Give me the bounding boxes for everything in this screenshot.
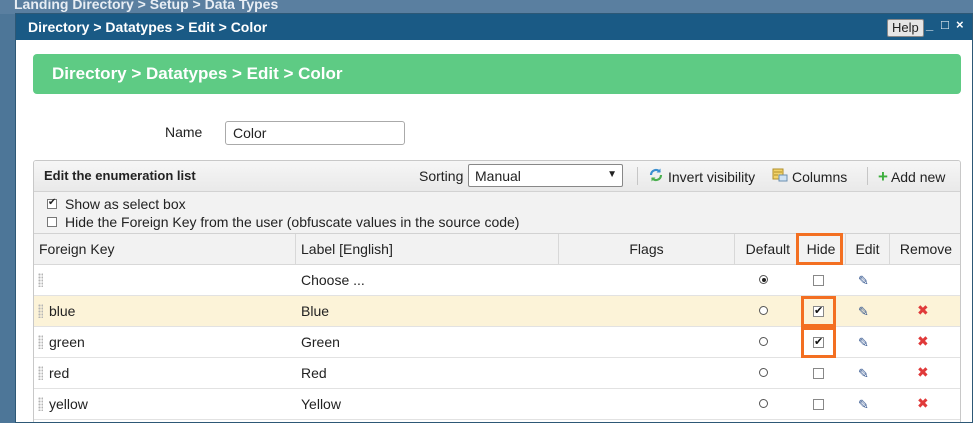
sorting-label: Sorting xyxy=(419,168,464,184)
help-button[interactable]: Help xyxy=(887,19,924,37)
toolbar-divider xyxy=(867,167,868,185)
enumeration-panel: Edit the enumeration list Sorting Manual… xyxy=(33,160,961,422)
invert-visibility-label: Invert visibility xyxy=(668,168,756,185)
label-cell: Blue xyxy=(301,303,330,319)
close-icon[interactable]: × xyxy=(956,17,964,32)
column-header-edit[interactable]: Edit xyxy=(846,234,890,264)
page-header: Directory > Datatypes > Edit > Color xyxy=(33,54,961,94)
column-header-flags[interactable]: Flags xyxy=(559,234,735,264)
sorting-select[interactable]: Manual ▼ xyxy=(468,164,623,187)
panel-title: Edit the enumeration list xyxy=(44,168,196,183)
maximize-icon[interactable]: □ xyxy=(941,17,949,32)
default-radio[interactable] xyxy=(759,337,768,346)
background-window-bar: Landing Directory > Setup > Data Types xyxy=(0,0,973,14)
background-window-title: Landing Directory > Setup > Data Types xyxy=(14,0,279,12)
drag-handle-icon[interactable] xyxy=(38,335,43,349)
label-cell: Choose ... xyxy=(301,272,365,288)
column-header-default[interactable]: Default xyxy=(735,234,797,264)
pencil-icon[interactable]: ✎ xyxy=(858,273,869,289)
default-radio[interactable] xyxy=(759,306,768,315)
show-as-select-box-option[interactable]: Show as select box xyxy=(47,196,186,212)
table-row[interactable]: Choose ... ✎ xyxy=(34,265,960,296)
default-radio[interactable] xyxy=(759,368,768,377)
column-header-remove[interactable]: Remove xyxy=(890,234,960,264)
add-new-button[interactable]: + Add new xyxy=(878,167,945,187)
hide-foreign-key-option[interactable]: Hide the Foreign Key from the user (obfu… xyxy=(47,214,519,230)
foreign-key-cell: green xyxy=(49,334,85,350)
enumeration-options: Show as select box Hide the Foreign Key … xyxy=(34,192,960,234)
remove-icon[interactable]: ✖ xyxy=(917,395,929,412)
table-row[interactable]: red Red ✎ ✖ xyxy=(34,358,960,389)
sorting-value: Manual xyxy=(475,168,521,184)
drag-handle-icon[interactable] xyxy=(38,366,43,380)
pencil-icon[interactable]: ✎ xyxy=(858,335,869,351)
background-window-edge xyxy=(0,14,15,423)
toolbar-divider xyxy=(637,167,638,185)
enumeration-toolbar: Edit the enumeration list Sorting Manual… xyxy=(34,161,960,192)
page-title: Directory > Datatypes > Edit > Color xyxy=(52,64,343,83)
foreign-key-cell: yellow xyxy=(49,396,88,412)
label-cell: Red xyxy=(301,365,327,381)
highlight-box-hide-green xyxy=(801,327,836,358)
invert-visibility-button[interactable]: Invert visibility xyxy=(648,167,755,186)
default-radio[interactable] xyxy=(759,275,768,284)
option-label: Show as select box xyxy=(65,196,186,212)
window-titlebar[interactable]: Directory > Datatypes > Edit > Color Hel… xyxy=(16,14,972,40)
hide-checkbox[interactable] xyxy=(813,275,824,286)
highlight-box-hide-blue xyxy=(801,296,836,327)
columns-icon xyxy=(772,167,788,186)
minimize-icon[interactable]: _ xyxy=(926,17,933,32)
hide-checkbox[interactable] xyxy=(813,399,824,410)
column-header-foreign-key[interactable]: Foreign Key xyxy=(34,234,296,264)
option-label: Hide the Foreign Key from the user (obfu… xyxy=(65,214,520,230)
dropdown-arrow-icon: ▼ xyxy=(607,169,617,180)
table-row[interactable]: yellow Yellow ✎ ✖ xyxy=(34,389,960,420)
plus-icon: + xyxy=(878,167,888,186)
pencil-icon[interactable]: ✎ xyxy=(858,304,869,320)
name-input[interactable] xyxy=(225,121,405,145)
drag-handle-icon[interactable] xyxy=(38,304,43,318)
foreign-key-cell: red xyxy=(49,365,70,381)
drag-handle-icon[interactable] xyxy=(38,397,43,411)
window-title: Directory > Datatypes > Edit > Color xyxy=(28,19,268,35)
dialog-window: Directory > Datatypes > Edit > Color Hel… xyxy=(15,13,973,423)
columns-button[interactable]: Columns xyxy=(772,167,847,186)
highlight-box-hide-header xyxy=(796,233,843,265)
drag-handle-icon[interactable] xyxy=(38,273,43,287)
remove-icon[interactable]: ✖ xyxy=(917,302,929,319)
default-radio[interactable] xyxy=(759,399,768,408)
hide-foreign-key-checkbox[interactable] xyxy=(47,217,57,227)
name-label: Name xyxy=(165,124,203,140)
refresh-icon xyxy=(648,167,664,186)
pencil-icon[interactable]: ✎ xyxy=(858,366,869,382)
remove-icon[interactable]: ✖ xyxy=(917,333,929,350)
columns-label: Columns xyxy=(792,168,848,185)
pencil-icon[interactable]: ✎ xyxy=(858,397,869,413)
label-cell: Yellow xyxy=(301,396,341,412)
show-as-select-box-checkbox[interactable] xyxy=(47,199,57,209)
hide-checkbox[interactable] xyxy=(813,368,824,379)
remove-icon[interactable]: ✖ xyxy=(917,364,929,381)
foreign-key-cell: blue xyxy=(49,303,76,319)
add-new-label: Add new xyxy=(890,169,946,185)
label-cell: Green xyxy=(301,334,340,350)
column-header-label[interactable]: Label [English] xyxy=(296,234,559,264)
